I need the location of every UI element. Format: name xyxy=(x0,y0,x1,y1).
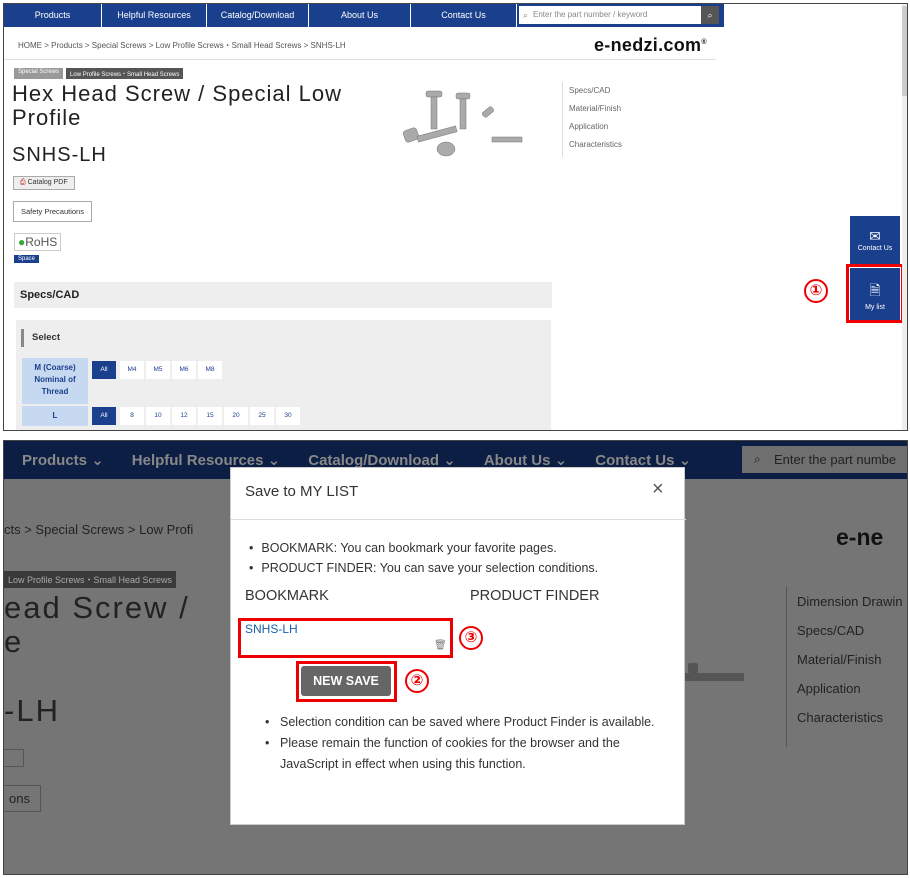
logo-text: e-nedzi.com xyxy=(594,35,702,55)
nav-products[interactable]: Products xyxy=(4,4,102,27)
chip-m4[interactable]: M4 xyxy=(120,361,144,379)
chip-l-25[interactable]: 25 xyxy=(250,407,274,425)
site-logo[interactable]: e-nedzi.com® xyxy=(594,35,707,56)
side-link-specs-cad[interactable]: Specs/CAD xyxy=(797,616,902,645)
breadcrumb: HOME > Products > Special Screws > Low P… xyxy=(18,41,346,50)
scrollbar[interactable] xyxy=(902,4,907,430)
nav-products-label: Products xyxy=(22,452,88,469)
search-input[interactable]: ⌕ Enter the part number / keyword ⌕ xyxy=(519,6,719,24)
step-marker-1: ① xyxy=(804,279,828,303)
chip-m8[interactable]: M8 xyxy=(198,361,222,379)
step-marker-2: ② xyxy=(405,669,429,693)
product-code: -LH xyxy=(4,693,60,728)
product-image xyxy=(684,663,744,681)
note-selection-condition: Selection condition can be saved where P… xyxy=(265,712,680,733)
bottom-screenshot: Products ⌄ Helpful Resources ⌄ Catalog/D… xyxy=(3,440,908,875)
site-logo[interactable]: e-ne xyxy=(836,524,883,551)
safety-precautions-button[interactable]: Safety Precautions xyxy=(13,201,92,222)
space-badge: Space xyxy=(14,255,40,263)
side-link-dimension-drawing[interactable]: Dimension Drawin xyxy=(797,587,902,616)
chip-all[interactable]: All xyxy=(92,361,116,379)
length-label: L xyxy=(22,406,88,426)
specs-cad-heading: Specs/CAD xyxy=(14,282,552,308)
chip-l-8[interactable]: 8 xyxy=(120,407,144,425)
chip-m6[interactable]: M6 xyxy=(172,361,196,379)
thread-size-label: M (Coarse) Nominal of Thread xyxy=(22,358,88,404)
rohs-badge: ●RoHS xyxy=(14,233,62,251)
bookmark-heading: BOOKMARK xyxy=(245,588,329,604)
product-code: SNHS-LH xyxy=(12,144,107,166)
chevron-down-icon: ⌄ xyxy=(91,452,104,469)
contact-us-fab[interactable]: ✉ Contact Us xyxy=(850,216,900,264)
tag-special-screws[interactable]: Special Screws xyxy=(14,68,64,79)
chip-l-all[interactable]: All xyxy=(92,407,116,425)
safety-precautions-button[interactable]: ons xyxy=(4,785,41,812)
close-icon[interactable]: × xyxy=(652,478,664,501)
top-nav: Products Helpful Resources Catalog/Downl… xyxy=(4,4,724,27)
page-title-line1: ead Screw / xyxy=(4,590,190,625)
highlight-new-save xyxy=(296,661,397,702)
intro-bookmark: BOOKMARK: You can bookmark your favorite… xyxy=(261,538,598,558)
side-link-characteristics[interactable]: Characteristics xyxy=(797,703,902,732)
modal-header: Save to MY LIST × xyxy=(231,468,686,520)
chip-l-10[interactable]: 10 xyxy=(146,407,170,425)
chip-m5[interactable]: M5 xyxy=(146,361,170,379)
side-link-material-finish[interactable]: Material/Finish xyxy=(797,645,902,674)
nav-contact-us[interactable]: Contact Us xyxy=(411,4,517,27)
highlight-my-list xyxy=(846,264,904,323)
modal-intro-list: BOOKMARK: You can bookmark your favorite… xyxy=(261,538,598,578)
rohs-label: RoHS xyxy=(25,235,58,249)
catalog-pdf-button[interactable]: ⎙ Catalog PDF xyxy=(13,176,75,190)
highlight-bookmark-item xyxy=(238,618,453,658)
page-title: ead Screw / e xyxy=(4,591,190,659)
logo-registered-mark: ® xyxy=(701,39,707,46)
product-image xyxy=(402,90,523,157)
side-link-specs-cad[interactable]: Specs/CAD xyxy=(569,82,622,100)
chip-l-12[interactable]: 12 xyxy=(172,407,196,425)
tag-low-profile[interactable]: Low Profile Screws・Small Head Screws xyxy=(66,68,184,79)
nav-helpful-resources[interactable]: Helpful Resources xyxy=(102,4,207,27)
catalog-pdf-button[interactable] xyxy=(4,749,24,767)
search-placeholder: Enter the part number / keyword xyxy=(533,10,648,19)
breadcrumb: cts > Special Screws > Low Profi xyxy=(4,522,194,537)
step-marker-3: ③ xyxy=(459,626,483,650)
scrollbar-thumb[interactable] xyxy=(902,6,907,96)
category-tags: Special Screws Low Profile Screws・Small … xyxy=(14,68,184,79)
select-heading: Select xyxy=(21,329,60,347)
side-navigation: Specs/CAD Material/Finish Application Ch… xyxy=(562,82,622,157)
page-title-line2: e xyxy=(4,624,24,659)
side-link-application[interactable]: Application xyxy=(797,674,902,703)
search-icon: ⌕ xyxy=(523,10,529,20)
nav-about-us[interactable]: About Us xyxy=(309,4,411,27)
side-link-material-finish[interactable]: Material/Finish xyxy=(569,100,622,118)
search-icon: ⌕ xyxy=(754,452,761,466)
modal-notes: Selection condition can be saved where P… xyxy=(265,712,680,775)
mail-icon: ✉ xyxy=(869,228,881,244)
chip-l-20[interactable]: 20 xyxy=(224,407,248,425)
search-button[interactable]: ⌕ xyxy=(701,6,719,24)
side-link-application[interactable]: Application xyxy=(569,118,622,136)
save-to-my-list-modal: Save to MY LIST × BOOKMARK: You can book… xyxy=(230,467,686,825)
chip-l-15[interactable]: 15 xyxy=(198,407,222,425)
intro-product-finder: PRODUCT FINDER: You can save your select… xyxy=(261,558,598,578)
nav-catalog-download[interactable]: Catalog/Download xyxy=(207,4,309,27)
product-finder-heading: PRODUCT FINDER xyxy=(470,588,600,604)
search-input[interactable]: ⌕ Enter the part numbe xyxy=(742,446,907,473)
top-screenshot: Products Helpful Resources Catalog/Downl… xyxy=(3,3,908,431)
divider xyxy=(4,59,716,60)
catalog-pdf-label: Catalog PDF xyxy=(27,179,68,186)
side-link-characteristics[interactable]: Characteristics xyxy=(569,136,622,154)
nav-products[interactable]: Products ⌄ xyxy=(22,451,104,469)
category-tag[interactable]: Low Profile Screws・Small Head Screws xyxy=(4,571,177,588)
page-title: Hex Head Screw / Special Low Profile xyxy=(12,81,343,130)
pdf-icon: ⎙ xyxy=(20,179,26,186)
select-panel: Select M (Coarse) Nominal of Thread All … xyxy=(16,320,551,430)
chip-l-30[interactable]: 30 xyxy=(276,407,300,425)
modal-title: Save to MY LIST xyxy=(245,483,359,500)
note-cookies: Please remain the function of cookies fo… xyxy=(265,733,680,775)
search-placeholder: Enter the part numbe xyxy=(774,452,897,467)
contact-us-label: Contact Us xyxy=(857,245,893,252)
side-navigation: Dimension Drawin Specs/CAD Material/Fini… xyxy=(786,587,902,747)
